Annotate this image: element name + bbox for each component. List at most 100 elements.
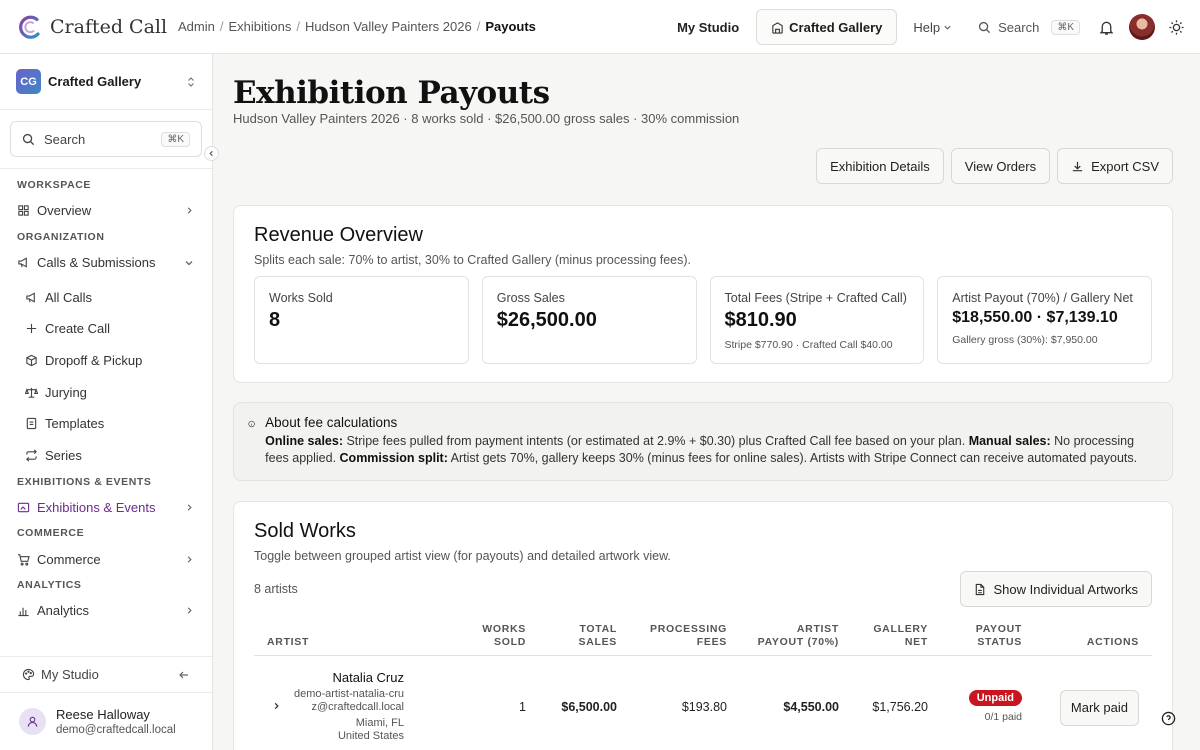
- package-icon: [26, 354, 37, 367]
- sidebar-item-analytics[interactable]: Analytics: [0, 595, 212, 627]
- stat-value: $18,550.00 · $7,139.10: [952, 309, 1118, 326]
- artist-cell: Natalia Cruz demo-artist-natalia-cruz@cr…: [254, 656, 462, 744]
- sidebar-item-series[interactable]: Series: [0, 440, 212, 472]
- chevron-down-icon: [185, 260, 193, 265]
- manual-sales-label: Manual sales:: [968, 434, 1051, 448]
- artist-name[interactable]: Natalia Cruz: [289, 670, 404, 685]
- export-csv-button[interactable]: Export CSV: [1057, 148, 1173, 184]
- sidebar-item-templates[interactable]: Templates: [0, 408, 212, 440]
- sidebar-item-overview[interactable]: Overview: [0, 195, 212, 227]
- sidebar-my-studio[interactable]: My Studio: [0, 656, 212, 692]
- breadcrumb-exhibition[interactable]: Hudson Valley Painters 2026: [305, 19, 472, 34]
- page-subtitle: Hudson Valley Painters 2026 · 8 works so…: [233, 111, 740, 126]
- stat-payout-net: Artist Payout (70%) / Gallery Net $18,55…: [937, 276, 1152, 364]
- user-avatar[interactable]: [1129, 14, 1155, 40]
- table-header: ARTIST WORKS SOLD TOTAL SALES PROCESSING FE…: [254, 619, 1152, 656]
- mark-paid-button[interactable]: Mark paid: [1059, 689, 1139, 726]
- col-payout-status: PAYOUT STATUS: [941, 619, 1035, 656]
- brand[interactable]: Crafted Call: [0, 13, 178, 41]
- works-sold-value: 1: [519, 699, 526, 714]
- theme-toggle[interactable]: [1168, 19, 1185, 36]
- gallery-net-value: $1,756.20: [872, 699, 928, 714]
- user-avatar: [19, 708, 46, 735]
- button-label: View Orders: [964, 158, 1037, 174]
- help-menu[interactable]: Help: [913, 20, 952, 35]
- view-orders-button[interactable]: View Orders: [950, 148, 1051, 184]
- breadcrumb-current: Payouts: [485, 19, 536, 34]
- stat-label: Gross Sales: [496, 291, 565, 305]
- sidebar-item-label: Create Call: [45, 321, 111, 337]
- sun-icon: [1169, 19, 1184, 35]
- stat-note: Stripe $770.90 · Crafted Call $40.00: [724, 339, 893, 351]
- total-sales-value: $6,500.00: [561, 699, 617, 714]
- breadcrumb-admin[interactable]: Admin: [178, 19, 215, 34]
- exhibition-details-button[interactable]: Exhibition Details: [816, 148, 944, 184]
- section-analytics: ANALYTICS: [17, 578, 82, 591]
- search-label: Search: [998, 19, 1040, 35]
- online-sales-text: Stripe fees pulled from payment intents …: [342, 434, 969, 448]
- online-sales-label: Online sales:: [265, 434, 343, 448]
- breadcrumb: Admin / Exhibitions / Hudson Valley Painte…: [178, 19, 536, 34]
- notifications-button[interactable]: [1098, 19, 1115, 36]
- megaphone-icon: [18, 257, 27, 268]
- col-gallery-net: GALLERY NET: [852, 619, 941, 656]
- sidebar-search[interactable]: Search ⌘K: [10, 121, 202, 157]
- fee-info-text: Online sales: Stripe fees pulled from pa…: [265, 433, 1158, 467]
- show-individual-artworks-button[interactable]: Show Individual Artworks: [960, 571, 1152, 607]
- sidebar-item-label: Jurying: [45, 384, 87, 400]
- stat-label: Works Sold: [269, 291, 333, 305]
- section-workspace: WORKSPACE: [17, 179, 92, 191]
- sold-works-table: ARTIST WORKS SOLD TOTAL SALES PROCESSING FE…: [254, 619, 1152, 744]
- sidebar-item-calls[interactable]: Calls & Submissions: [0, 247, 212, 279]
- sidebar-item-label: Exhibitions & Events: [37, 499, 156, 515]
- fee-info-callout: About fee calculations Online sales: Str…: [233, 402, 1173, 481]
- global-search[interactable]: Search ⌘K: [978, 19, 1080, 35]
- chevron-up-down-icon: [188, 76, 194, 87]
- org-switcher[interactable]: CG Crafted Gallery: [0, 54, 212, 110]
- sidebar-item-all-calls[interactable]: All Calls: [0, 281, 212, 313]
- org-name: Crafted Gallery: [48, 74, 142, 89]
- stat-label: Artist Payout (70%) / Gallery Net: [952, 291, 1133, 305]
- sold-works-subtitle: Toggle between grouped artist view (for …: [254, 549, 671, 563]
- sidebar-item-jurying[interactable]: Jurying: [0, 376, 212, 408]
- status-badge: Unpaid: [968, 689, 1022, 706]
- chevron-right-icon[interactable]: [272, 701, 281, 711]
- sidebar-item-label: Dropoff & Pickup: [45, 353, 143, 369]
- user-icon: [27, 716, 38, 727]
- section-organization: ORGANIZATION: [17, 230, 105, 243]
- help-circle-icon[interactable]: [1161, 711, 1176, 726]
- sidebar: CG Crafted Gallery Search ⌘K WORKSPACE O…: [0, 54, 219, 750]
- stat-value: $26,500.00: [496, 309, 597, 331]
- gallery-switch-button[interactable]: Crafted Gallery: [756, 9, 898, 45]
- sidebar-item-label: Calls & Submissions: [37, 255, 156, 271]
- col-artist-payout: ARTIST PAYOUT (70%): [740, 619, 852, 656]
- sidebar-item-label: Series: [45, 448, 82, 464]
- artist-count: 8 artists: [254, 582, 298, 596]
- bell-icon: [1099, 21, 1114, 35]
- breadcrumb-exhibitions[interactable]: Exhibitions: [228, 19, 291, 34]
- artist-country: United States: [337, 730, 404, 742]
- chevron-right-icon: [187, 607, 192, 614]
- button-label: Export CSV: [1091, 158, 1159, 174]
- my-studio-link[interactable]: My Studio: [677, 20, 739, 35]
- chevron-right-icon: [187, 504, 192, 511]
- search-icon: [22, 133, 35, 145]
- crafted-call-logo: [19, 15, 40, 39]
- stat-label: Total Fees (Stripe + Crafted Call): [724, 291, 907, 305]
- sidebar-item-commerce[interactable]: Commerce: [0, 543, 212, 575]
- sold-works-title: Sold Works: [254, 520, 356, 542]
- revenue-title: Revenue Overview: [254, 224, 423, 246]
- payout-status-cell: Unpaid 0/1 paid: [941, 655, 1035, 744]
- search-shortcut: ⌘K: [1051, 19, 1080, 35]
- stat-value: $810.90: [724, 309, 797, 331]
- user-profile[interactable]: Reese Halloway demo@craftedcall.local: [0, 692, 212, 750]
- artist-payout-value: $4,550.00: [783, 699, 839, 714]
- button-label: Exhibition Details: [830, 158, 930, 174]
- button-label: Show Individual Artworks: [993, 581, 1138, 597]
- stat-works-sold: Works Sold 8: [254, 276, 469, 364]
- top-bar: Crafted Call Admin / Exhibitions / Hudson …: [0, 0, 1200, 54]
- building-icon: [772, 21, 783, 34]
- sidebar-item-exhibitions[interactable]: Exhibitions & Events: [0, 492, 212, 524]
- sidebar-item-create-call[interactable]: Create Call: [0, 313, 212, 345]
- sidebar-item-dropoff[interactable]: Dropoff & Pickup: [0, 345, 212, 377]
